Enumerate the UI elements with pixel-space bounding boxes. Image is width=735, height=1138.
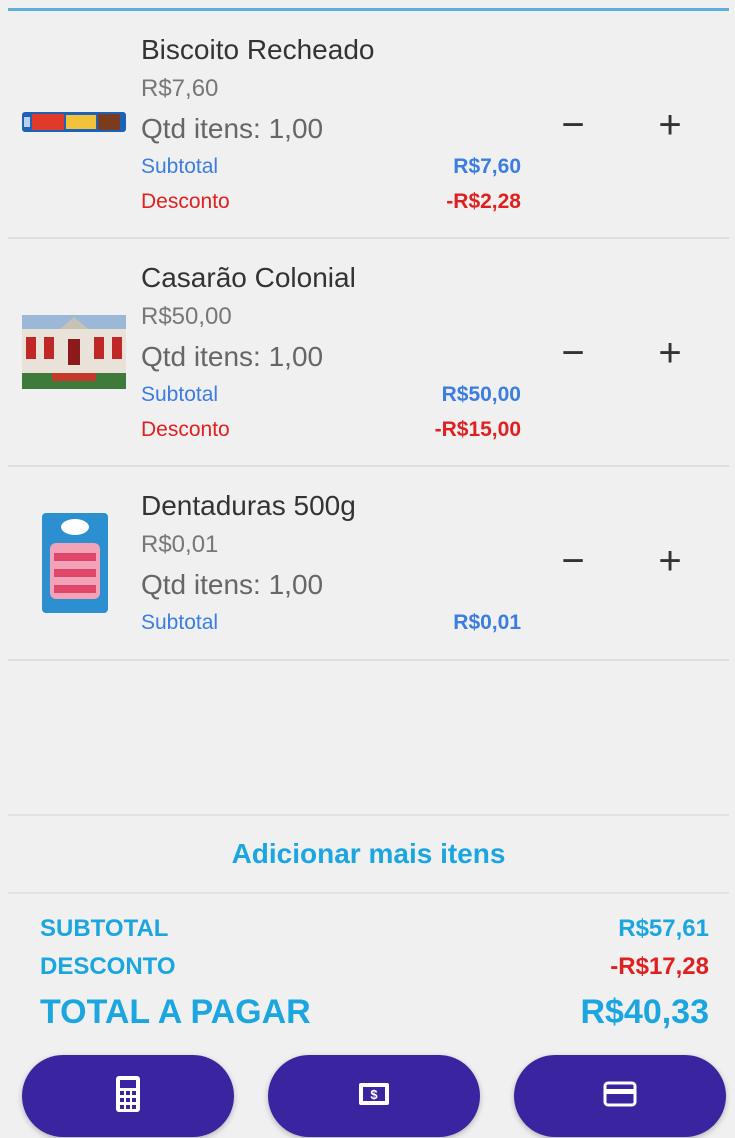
item-name: Casarão Colonial (141, 262, 356, 293)
add-more-section: Adicionar mais itens (8, 814, 729, 894)
product-image-dentaduras (22, 513, 126, 613)
item-subtotal-value: R$0,01 (453, 611, 521, 634)
item-name: Biscoito Recheado (141, 34, 375, 65)
cart-items-list: Biscoito Recheado R$7,60 Qtd itens: 1,00… (8, 11, 729, 661)
item-unit-price: R$0,01 (141, 531, 219, 558)
item-name: Dentaduras 500g (141, 490, 356, 521)
cash-payment-button[interactable]: $ (268, 1055, 480, 1137)
add-more-items-link[interactable]: Adicionar mais itens (232, 838, 506, 870)
card-payment-button[interactable] (514, 1055, 726, 1137)
summary-subtotal-value: R$57,61 (618, 915, 709, 942)
decrease-quantity-button[interactable]: − (543, 95, 603, 155)
decrease-quantity-button[interactable]: − (543, 531, 603, 591)
item-quantity: Qtd itens: 1,00 (141, 341, 324, 372)
summary-discount-value: -R$17,28 (610, 953, 709, 980)
cart-item: Casarão Colonial R$50,00 Qtd itens: 1,00… (8, 239, 729, 467)
svg-text:$: $ (370, 1087, 378, 1102)
increase-quantity-button[interactable]: + (640, 531, 700, 591)
item-subtotal-value: R$50,00 (441, 383, 521, 406)
item-quantity: Qtd itens: 1,00 (141, 113, 324, 144)
summary-discount-label: DESCONTO (40, 953, 176, 980)
item-discount-label: Desconto (141, 190, 230, 213)
summary-subtotal-label: SUBTOTAL (40, 915, 169, 942)
credit-card-icon (603, 1081, 637, 1112)
item-unit-price: R$50,00 (141, 303, 232, 330)
item-unit-price: R$7,60 (141, 75, 219, 102)
item-subtotal-label: Subtotal (141, 383, 219, 406)
product-image-casarao (22, 315, 126, 389)
item-subtotal-label: Subtotal (141, 155, 219, 178)
product-image-biscoito (22, 109, 126, 135)
summary-total-label: TOTAL A PAGAR (40, 993, 311, 1031)
increase-quantity-button[interactable]: + (640, 95, 700, 155)
payment-actions-bar: $ (0, 1055, 735, 1138)
item-discount-value: -R$2,28 (446, 190, 521, 213)
cart-item: Dentaduras 500g R$0,01 Qtd itens: 1,00 S… (8, 467, 729, 661)
cart-item: Biscoito Recheado R$7,60 Qtd itens: 1,00… (8, 11, 729, 239)
item-quantity: Qtd itens: 1,00 (141, 569, 324, 600)
item-subtotal-label: Subtotal (141, 611, 219, 634)
decrease-quantity-button[interactable]: − (543, 323, 603, 383)
summary-total-value: R$40,33 (580, 993, 709, 1031)
item-discount-label: Desconto (141, 418, 230, 441)
increase-quantity-button[interactable]: + (640, 323, 700, 383)
order-summary: SUBTOTAL R$57,61 DESCONTO -R$17,28 TOTAL… (40, 915, 709, 1043)
item-discount-value: -R$15,00 (434, 418, 521, 441)
cash-icon: $ (358, 1082, 390, 1111)
calculator-icon (115, 1075, 141, 1118)
item-subtotal-value: R$7,60 (453, 155, 521, 178)
calculator-button[interactable] (22, 1055, 234, 1137)
